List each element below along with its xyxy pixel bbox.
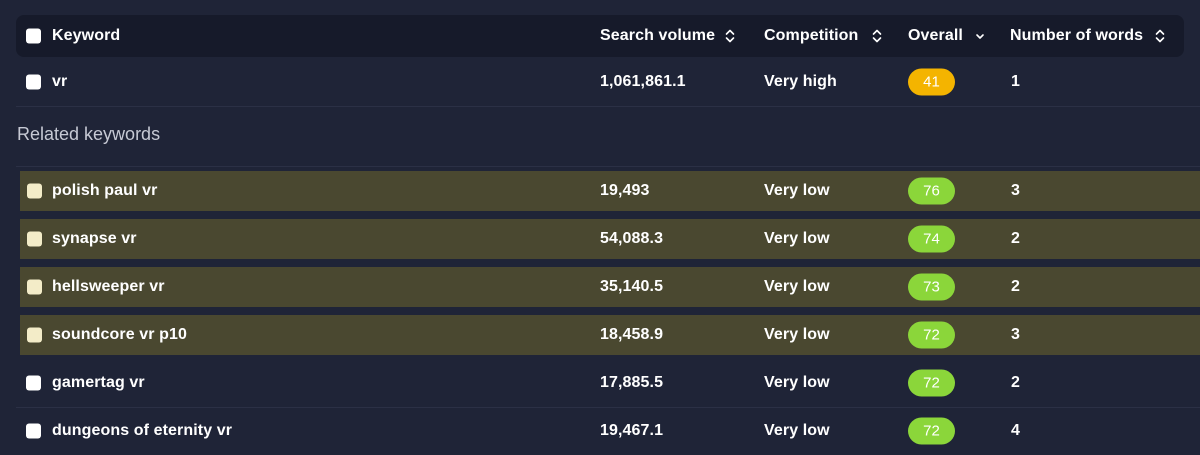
number-of-words-cell: 2 bbox=[1011, 278, 1020, 295]
chevron-down-icon[interactable] bbox=[975, 28, 985, 44]
competition-cell: Very low bbox=[764, 230, 830, 247]
overall-score-badge: 41 bbox=[908, 68, 955, 96]
number-of-words-cell: 3 bbox=[1011, 182, 1020, 199]
column-header-competition[interactable]: Competition bbox=[764, 15, 882, 57]
overall-score-badge: 73 bbox=[908, 273, 955, 301]
sort-updown-icon[interactable] bbox=[1155, 28, 1165, 44]
search-volume-cell: 17,885.5 bbox=[600, 374, 664, 391]
table-row[interactable]: soundcore vr p10 18,458.9 Very low 72 3 bbox=[20, 315, 1200, 355]
column-header-overall[interactable]: Overall bbox=[908, 15, 985, 57]
table-row[interactable]: polish paul vr 19,493 Very low 76 3 bbox=[20, 171, 1200, 211]
overall-score-badge: 74 bbox=[908, 225, 955, 253]
table-header: Keyword Search volume Competition Overal… bbox=[16, 15, 1184, 57]
table-row[interactable]: dungeons of eternity vr 19,467.1 Very lo… bbox=[16, 407, 1200, 455]
search-volume-cell: 54,088.3 bbox=[600, 230, 664, 247]
column-header-keyword-label: Keyword bbox=[52, 27, 121, 44]
number-of-words-cell: 3 bbox=[1011, 326, 1020, 343]
overall-score-badge: 72 bbox=[908, 369, 955, 397]
column-header-search-volume-label: Search volume bbox=[600, 27, 716, 44]
keyword-cell[interactable]: gamertag vr bbox=[52, 359, 145, 407]
row-checkbox[interactable] bbox=[26, 423, 41, 439]
number-of-words-cell: 2 bbox=[1011, 374, 1020, 391]
select-all-checkbox[interactable] bbox=[26, 28, 41, 44]
column-header-number-of-words[interactable]: Number of words bbox=[1010, 15, 1165, 57]
row-checkbox[interactable] bbox=[27, 279, 42, 295]
row-checkbox[interactable] bbox=[27, 231, 42, 247]
column-header-search-volume[interactable]: Search volume bbox=[600, 15, 735, 57]
table-row-main[interactable]: vr 1,061,861.1 Very high 41 1 bbox=[16, 58, 1200, 107]
search-volume-cell: 35,140.5 bbox=[600, 278, 664, 295]
table-row[interactable]: gamertag vr 17,885.5 Very low 72 2 bbox=[16, 359, 1200, 408]
keyword-cell[interactable]: soundcore vr p10 bbox=[52, 315, 187, 355]
overall-score-badge: 76 bbox=[908, 177, 955, 205]
competition-cell: Very low bbox=[764, 278, 830, 295]
row-checkbox[interactable] bbox=[26, 375, 41, 391]
competition-cell: Very low bbox=[764, 422, 830, 439]
table-row[interactable]: synapse vr 54,088.3 Very low 74 2 bbox=[20, 219, 1200, 259]
keyword-cell[interactable]: polish paul vr bbox=[52, 171, 157, 211]
search-volume-cell: 18,458.9 bbox=[600, 326, 664, 343]
section-divider bbox=[16, 166, 1200, 167]
number-of-words-cell: 2 bbox=[1011, 230, 1020, 247]
column-header-number-of-words-label: Number of words bbox=[1010, 27, 1144, 44]
number-of-words-cell: 4 bbox=[1011, 422, 1020, 439]
competition-cell: Very high bbox=[764, 73, 837, 90]
sort-updown-icon[interactable] bbox=[872, 28, 882, 44]
table-row[interactable]: hellsweeper vr 35,140.5 Very low 73 2 bbox=[20, 267, 1200, 307]
overall-score-badge: 72 bbox=[908, 417, 955, 445]
keyword-cell[interactable]: vr bbox=[52, 58, 67, 106]
related-keywords-heading: Related keywords bbox=[17, 124, 161, 144]
row-checkbox[interactable] bbox=[27, 183, 42, 199]
search-volume-cell: 19,467.1 bbox=[600, 422, 664, 439]
keyword-cell[interactable]: hellsweeper vr bbox=[52, 267, 165, 307]
row-checkbox[interactable] bbox=[26, 74, 41, 90]
column-header-keyword[interactable]: Keyword bbox=[52, 15, 120, 57]
competition-cell: Very low bbox=[764, 182, 830, 199]
column-header-overall-label: Overall bbox=[908, 27, 963, 44]
column-header-competition-label: Competition bbox=[764, 27, 859, 44]
competition-cell: Very low bbox=[764, 326, 830, 343]
search-volume-cell: 19,493 bbox=[600, 182, 650, 199]
row-checkbox[interactable] bbox=[27, 327, 42, 343]
search-volume-cell: 1,061,861.1 bbox=[600, 73, 686, 90]
overall-score-badge: 72 bbox=[908, 321, 955, 349]
competition-cell: Very low bbox=[764, 374, 830, 391]
keyword-cell[interactable]: dungeons of eternity vr bbox=[52, 407, 232, 455]
sort-updown-icon[interactable] bbox=[725, 28, 735, 44]
number-of-words-cell: 1 bbox=[1011, 73, 1020, 90]
keyword-cell[interactable]: synapse vr bbox=[52, 219, 137, 259]
